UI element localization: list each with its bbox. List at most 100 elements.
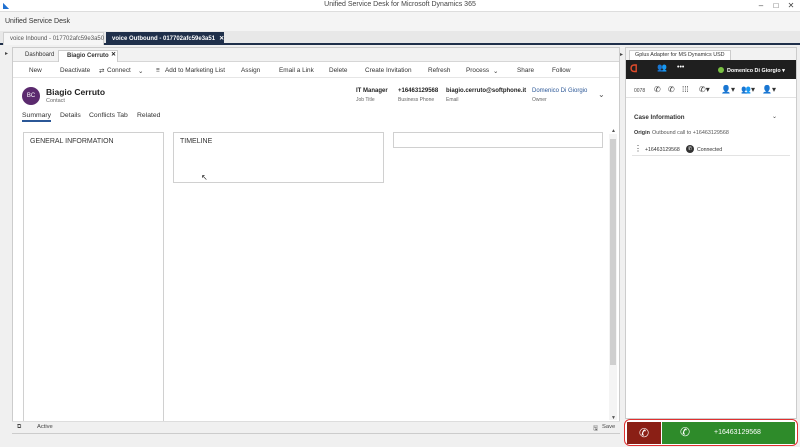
user-consult-icon[interactable]: 👤▾ xyxy=(762,85,776,94)
header-field-business-phone: +16463129568 xyxy=(398,88,439,94)
call-bar-number: +16463129568 xyxy=(714,429,761,436)
more-icon[interactable]: ••• xyxy=(677,64,684,71)
vertical-scrollbar[interactable]: ▲ ▼ xyxy=(609,128,617,421)
main-panel: Dashboard Biagio Cerruto ✕ New Deactivat… xyxy=(12,47,620,434)
window-titlebar: ◣ Unified Service Desk for Microsoft Dyn… xyxy=(0,0,800,12)
close-window-icon[interactable]: ✕ xyxy=(784,1,798,10)
close-doc-tab-icon[interactable]: ✕ xyxy=(111,51,116,58)
header-field-owner[interactable]: Domenico Di Giorgio xyxy=(532,88,587,94)
scroll-up-icon[interactable]: ▲ xyxy=(611,128,616,134)
form-tabs: Summary Details Conflicts Tab Related xyxy=(13,112,619,124)
session-tab-inbound[interactable]: voice Inbound - 017702afc59e3a50 xyxy=(3,32,104,45)
record-status: Active xyxy=(37,424,53,430)
save-icon[interactable]: 🖫 xyxy=(593,424,598,434)
app-title: Unified Service Desk xyxy=(5,18,70,25)
command-bar: New Deactivate ⇄ Connect ⌄ ≡ Add to Mark… xyxy=(13,63,619,78)
tab-details[interactable]: Details xyxy=(60,112,81,119)
delete-button[interactable]: Delete xyxy=(329,67,347,74)
connected-phone-icon: ✆ xyxy=(686,145,694,153)
collapse-left-icon[interactable]: ▸ xyxy=(5,50,8,57)
document-tabs: Dashboard Biagio Cerruto ✕ xyxy=(13,48,619,62)
channel-counter: 0078 xyxy=(634,88,646,94)
list-icon: ≡ xyxy=(156,67,160,74)
session-tab-outbound[interactable]: voice Outbound - 017702afc59e3a51 ✕ xyxy=(106,32,224,45)
tab-conflicts[interactable]: Conflicts Tab xyxy=(89,112,128,119)
active-call-row[interactable]: ⋮ +16463129568 ✆ Connected xyxy=(632,144,790,156)
doc-tab-label: Biagio Cerruto xyxy=(67,53,109,59)
session-tab-label: voice Outbound - 017702afc59e3a51 xyxy=(112,36,216,42)
process-button[interactable]: Process xyxy=(466,67,489,74)
phone-icon: ✆ xyxy=(680,425,691,439)
section-header: TIMELINE xyxy=(180,138,213,145)
ready-status-icon xyxy=(718,67,724,73)
deactivate-button[interactable]: Deactivate xyxy=(60,67,90,74)
add-marketing-list-button[interactable]: Add to Marketing List xyxy=(165,67,225,74)
tab-related[interactable]: Related xyxy=(137,112,160,119)
doc-tab-contact[interactable]: Biagio Cerruto xyxy=(58,50,118,62)
doc-tab-dashboard[interactable]: Dashboard xyxy=(17,50,62,62)
call-button[interactable]: ✆ +16463129568 xyxy=(662,422,795,444)
dialpad-icon[interactable]: ⁞⁞⁞ xyxy=(682,85,689,94)
softphone-tabs: Gplus Adapter for MS Dynamics USD xyxy=(626,48,796,60)
assign-button[interactable]: Assign xyxy=(241,67,260,74)
gplus-logo-icon: ᗡ xyxy=(630,64,638,75)
chevron-down-icon[interactable]: ⌄ xyxy=(772,113,777,120)
call-menu-icon[interactable]: ⋮ xyxy=(634,144,642,153)
mouse-cursor-icon: ↖ xyxy=(201,173,208,182)
scrollbar-thumb[interactable] xyxy=(610,139,616,365)
minimize-icon[interactable]: – xyxy=(754,1,768,10)
header-field-label: Email xyxy=(446,97,459,103)
phone-conference-icon[interactable]: ✆ xyxy=(668,85,675,94)
timeline-section: TIMELINE ↖ xyxy=(173,132,384,183)
follow-button[interactable]: Follow xyxy=(552,67,570,74)
header-field-label: Owner xyxy=(532,97,547,103)
header-field-email[interactable]: biagio.cerruto@softphone.it xyxy=(446,88,526,94)
avatar: BC xyxy=(22,87,40,105)
create-invitation-button[interactable]: Create Invitation xyxy=(365,67,412,74)
app-header: Unified Service Desk xyxy=(0,12,800,31)
session-tab-label: voice Inbound - 017702afc59e3a50 xyxy=(10,36,105,42)
close-session-icon[interactable]: ✕ xyxy=(219,36,224,42)
user-transfer-icon[interactable]: 👤▾ xyxy=(721,85,735,94)
general-information-section: GENERAL INFORMATION xyxy=(23,132,164,422)
tab-summary[interactable]: Summary xyxy=(22,112,52,122)
record-type: Contact xyxy=(46,98,65,104)
new-button[interactable]: New xyxy=(29,67,42,74)
origin-label: Origin xyxy=(634,130,650,136)
agent-status[interactable]: Domenico Di Giorgio ▾ xyxy=(718,67,785,74)
hangup-button[interactable]: ✆ xyxy=(627,422,661,444)
chevron-down-icon[interactable]: ⌄ xyxy=(493,67,498,75)
forward-call-icon[interactable]: ✆▾ xyxy=(699,85,710,94)
origin-value: Outbound call to +16463129568 xyxy=(652,130,729,136)
call-bar: ✆ ✆ +16463129568 xyxy=(624,419,798,446)
collapse-right-icon[interactable]: ▸ xyxy=(620,51,623,58)
expand-icon[interactable]: ⧉ xyxy=(17,424,21,431)
header-field-job-title: IT Manager xyxy=(356,88,388,94)
right-column-section xyxy=(393,132,603,148)
section-header: GENERAL INFORMATION xyxy=(30,138,114,145)
phone-transfer-icon[interactable]: ✆ xyxy=(654,85,661,94)
save-button[interactable]: Save xyxy=(602,424,615,430)
softphone-panel: Gplus Adapter for MS Dynamics USD ᗡ 👥 ••… xyxy=(625,47,797,419)
email-link-button[interactable]: Email a Link xyxy=(279,67,314,74)
expand-header-chevron-icon[interactable]: ⌄ xyxy=(598,90,605,99)
connect-icon: ⇄ xyxy=(99,68,105,75)
record-name: Biagio Cerruto xyxy=(46,87,106,97)
softphone-toolbar: 0078 ✆ ✆ ⁞⁞⁞ ✆▾ 👤▾ 👥▾ 👤▾ xyxy=(626,84,796,98)
session-tabs: voice Inbound - 017702afc59e3a50 voice O… xyxy=(0,31,800,45)
status-bar: ⧉ Active 🖫 Save xyxy=(12,421,620,433)
hangup-phone-icon: ✆ xyxy=(638,426,650,440)
group-transfer-icon[interactable]: 👥▾ xyxy=(741,85,755,94)
header-field-label: Business Phone xyxy=(398,97,435,103)
contacts-icon[interactable]: 👥 xyxy=(657,63,667,72)
softphone-header: ᗡ 👥 ••• Domenico Di Giorgio ▾ xyxy=(626,60,796,79)
tab-gplus-adapter[interactable]: Gplus Adapter for MS Dynamics USD xyxy=(629,50,731,60)
refresh-button[interactable]: Refresh xyxy=(428,67,450,74)
connect-button[interactable]: Connect xyxy=(107,67,131,74)
window-title: Unified Service Desk for Microsoft Dynam… xyxy=(324,1,476,8)
call-status: Connected xyxy=(697,147,723,153)
share-button[interactable]: Share xyxy=(517,67,534,74)
doc-tab-label: Dashboard xyxy=(25,52,55,58)
maximize-icon[interactable]: □ xyxy=(769,1,783,10)
chevron-down-icon[interactable]: ⌄ xyxy=(138,67,143,75)
